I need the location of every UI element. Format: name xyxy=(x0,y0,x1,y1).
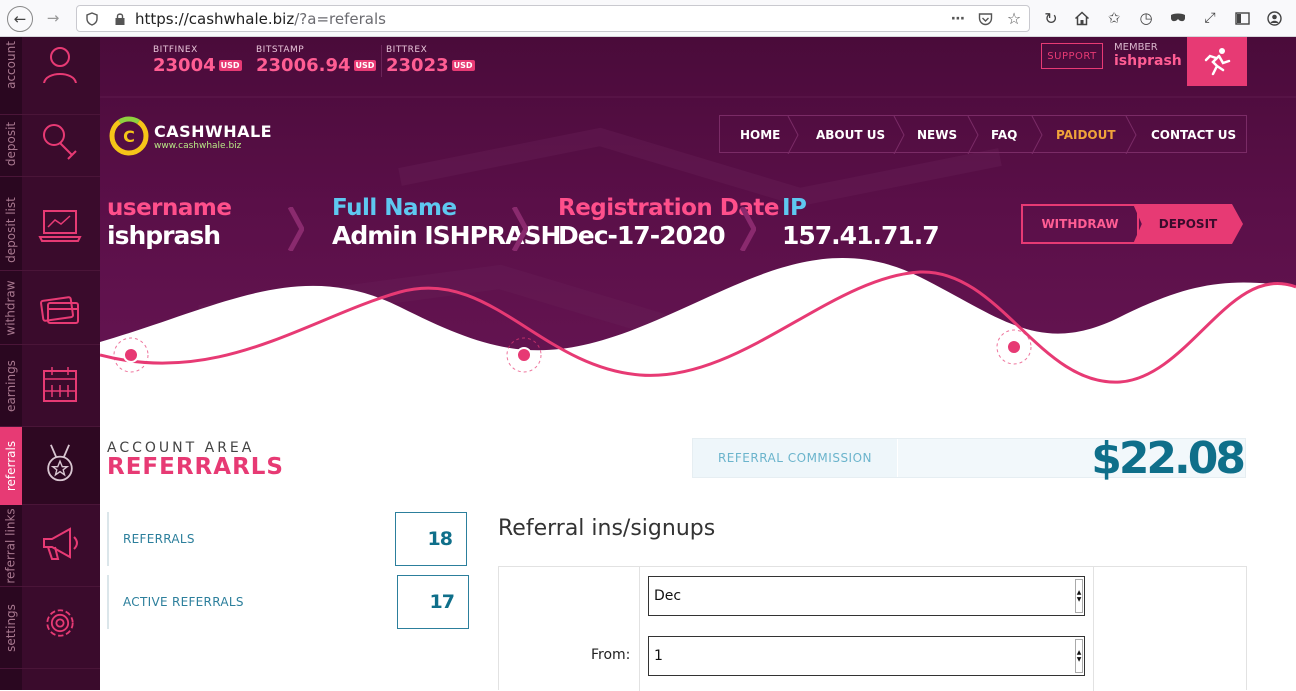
home-icon[interactable] xyxy=(1071,7,1093,29)
sidebar-item-earnings[interactable]: earnings xyxy=(0,345,100,427)
stat-label: ACTIVE REFERRALS xyxy=(123,595,244,609)
gear-icon xyxy=(46,609,74,637)
stat-label: REFERRALS xyxy=(123,532,195,546)
bookmark-star-icon[interactable]: ☆ xyxy=(1005,9,1023,28)
laptop-chart-icon xyxy=(38,210,82,242)
sidebar-item-withdraw[interactable]: withdraw xyxy=(0,271,100,345)
stat-value: 17 xyxy=(397,575,469,629)
money-bag-icon xyxy=(43,124,77,160)
referral-date-form: Dec ▲ ▼ From: 1 ▲ ▼ xyxy=(498,566,1247,691)
account-sidebar: account deposit deposit list withdraw ea… xyxy=(0,37,100,690)
back-icon[interactable]: ← xyxy=(7,6,33,32)
stat-referrals: REFERRALS 18 xyxy=(107,512,467,566)
browser-toolbar: ← → https://cashwhale.biz/?a=referals ⋯ … xyxy=(0,0,1296,37)
shield-icon[interactable] xyxy=(83,10,101,28)
medal-icon xyxy=(47,444,73,482)
lock-icon[interactable] xyxy=(111,10,129,28)
private-mask-icon[interactable] xyxy=(1167,7,1189,29)
commission-value: $22.08 xyxy=(1091,433,1246,484)
cards-icon xyxy=(40,296,79,324)
calendar-icon xyxy=(43,367,77,402)
referral-signups-title: Referral ins/signups xyxy=(498,516,716,541)
megaphone-icon xyxy=(43,527,78,560)
reload-icon[interactable]: ↻ xyxy=(1040,7,1062,29)
from-label: From: xyxy=(591,647,631,663)
more-actions-icon[interactable]: ⋯ xyxy=(949,10,967,28)
sidebar-item-deposit[interactable]: deposit xyxy=(0,99,100,177)
sidebar-item-referrals[interactable]: referrals xyxy=(0,427,100,505)
page-title: REFERRARLS xyxy=(107,454,284,480)
history-icon[interactable]: ◷ xyxy=(1135,7,1157,29)
account-icon[interactable] xyxy=(1263,7,1285,29)
bookmarks-icon[interactable]: ✩ xyxy=(1103,7,1125,29)
header-wave xyxy=(100,257,1296,457)
commission-label: REFERRAL COMMISSION xyxy=(693,439,898,477)
sidebar-item-deposit-list[interactable]: deposit list xyxy=(0,189,100,271)
user-icon xyxy=(43,47,77,83)
dashboard-header: BITFINEX 23004 USD BITSTAMP 23006.94 USD B… xyxy=(100,37,1296,457)
sidebar-item-referral-links[interactable]: referral links xyxy=(0,505,100,587)
sidebar-toggle-icon[interactable] xyxy=(1231,7,1253,29)
url-bar[interactable]: https://cashwhale.biz/?a=referals ⋯ ☆ xyxy=(76,5,1030,32)
referral-commission-box: REFERRAL COMMISSION $22.08 xyxy=(692,433,1246,484)
fullscreen-icon[interactable]: ⤢ xyxy=(1199,7,1221,29)
forward-icon[interactable]: → xyxy=(42,7,64,29)
pocket-icon[interactable] xyxy=(976,10,994,28)
chevron-down-icon: ▲ ▼ xyxy=(1075,639,1083,673)
from-day-select[interactable]: 1 ▲ ▼ xyxy=(648,636,1085,676)
url-text: https://cashwhale.biz/?a=referals xyxy=(135,9,386,28)
stat-active-referrals: ACTIVE REFERRALS 17 xyxy=(107,575,469,629)
stat-value: 18 xyxy=(395,512,467,566)
month-select[interactable]: Dec ▲ ▼ xyxy=(648,576,1085,616)
chevron-down-icon: ▲ ▼ xyxy=(1075,579,1083,613)
sidebar-item-settings[interactable]: settings xyxy=(0,587,100,669)
